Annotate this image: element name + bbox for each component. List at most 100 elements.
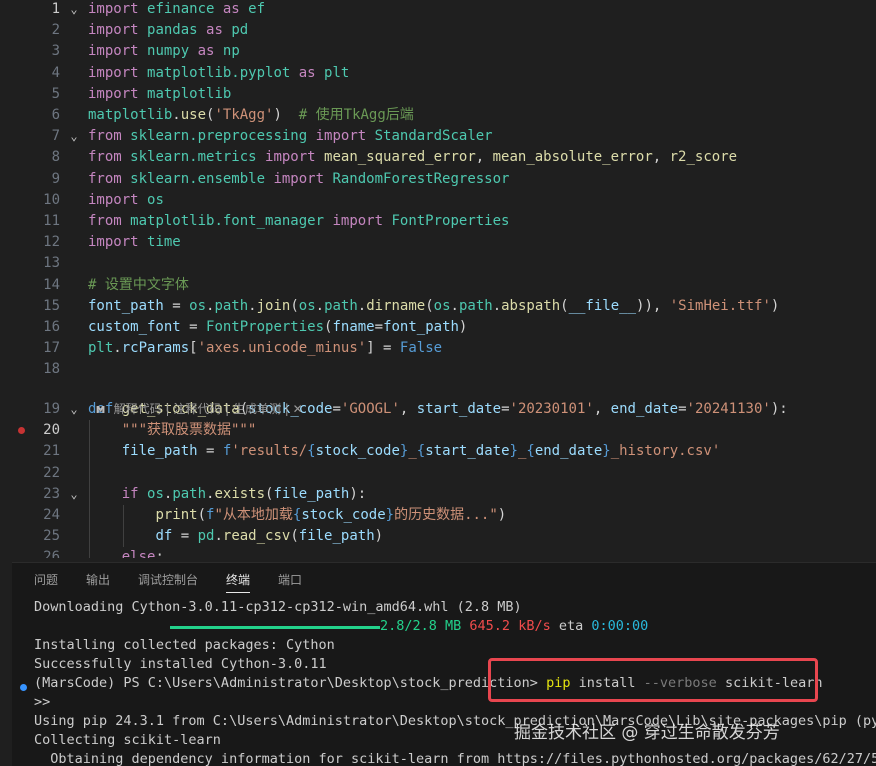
line-number: 18: [43, 361, 60, 378]
code-text: from sklearn.ensemble import RandomFores…: [88, 170, 510, 187]
code-text: import matplotlib: [88, 85, 232, 102]
code-text: """获取股票数据""": [121, 422, 257, 439]
code-text: from matplotlib.font_manager import Font…: [88, 213, 510, 229]
code-line[interactable]: 21 file_path = f'results/{stock_code}_{s…: [0, 441, 876, 462]
tab-problems[interactable]: 问题: [34, 571, 58, 588]
line-number: 7: [51, 128, 60, 145]
code-text: df = pd.read_csv(file_path): [155, 528, 384, 545]
code-text: else:: [121, 549, 164, 558]
code-text: import efinance as ef: [88, 1, 266, 17]
code-line[interactable]: 12 import time: [0, 232, 876, 253]
line-number: 9: [51, 170, 60, 187]
command-highlight-box: [488, 658, 818, 702]
code-text: font_path = os.path.join(os.path.dirname…: [88, 297, 780, 314]
line-number: 14: [43, 276, 60, 293]
code-line[interactable]: 1 ⌄ import efinance as ef: [0, 0, 876, 20]
line-number: 11: [43, 213, 60, 229]
code-text: import pandas as pd: [88, 22, 249, 39]
line-number: 24: [43, 507, 60, 523]
code-line[interactable]: 9 from sklearn.ensemble import RandomFore…: [0, 169, 876, 190]
line-number: 16: [43, 319, 60, 335]
line-number: 6: [51, 107, 60, 123]
terminal-line-obtaining: Obtaining dependency information for sci…: [34, 751, 876, 766]
tab-output[interactable]: 输出: [86, 571, 110, 588]
tab-ports[interactable]: 端口: [278, 571, 302, 588]
code-line[interactable]: 24 print(f"从本地加载{stock_code}的历史数据..."): [0, 505, 876, 526]
indent-guide: [89, 420, 90, 558]
code-line[interactable]: 17 plt.rcParams['axes.unicode_minus'] = F…: [0, 338, 876, 359]
code-text: matplotlib.use('TkAgg') # 使用TkAgg后端: [88, 107, 414, 123]
line-number: 8: [51, 149, 60, 166]
line-number: 22: [43, 464, 60, 481]
code-line[interactable]: 11 from matplotlib.font_manager import Fo…: [0, 211, 876, 232]
line-number: 10: [43, 191, 60, 208]
line-number: 1: [51, 1, 60, 17]
code-text: plt.rcParams['axes.unicode_minus'] = Fal…: [88, 340, 443, 357]
code-text: import numpy as np: [88, 43, 240, 60]
code-line[interactable]: 13: [0, 253, 876, 274]
fold-chevron-icon[interactable]: ⌄: [66, 126, 82, 147]
code-line[interactable]: 6 matplotlib.use('TkAgg') # 使用TkAgg后端: [0, 105, 876, 126]
code-text: import os: [88, 191, 164, 208]
code-text: from sklearn.metrics import mean_squared…: [88, 149, 738, 166]
code-line[interactable]: 22: [0, 463, 876, 484]
progress-eta: 0:00:00: [591, 618, 649, 634]
code-line[interactable]: 23 ⌄ if os.path.exists(file_path):: [0, 484, 876, 505]
breakpoint-dot[interactable]: [18, 427, 25, 434]
code-text: print(f"从本地加载{stock_code}的历史数据..."): [155, 507, 507, 523]
tab-terminal[interactable]: 终端: [226, 571, 251, 593]
download-progress-bar: [170, 626, 380, 629]
code-line[interactable]: 16 custom_font = FontProperties(fname=fon…: [0, 317, 876, 338]
code-line[interactable]: 7 ⌄ from sklearn.preprocessing import Stan…: [0, 126, 876, 147]
terminal-line-downloading: Downloading Cython-3.0.11-cp312-cp312-wi…: [34, 599, 522, 615]
code-line[interactable]: 3 import numpy as np: [0, 41, 876, 62]
tab-debug-console[interactable]: 调试控制台: [138, 571, 198, 588]
code-text: # 设置中文字体: [88, 276, 189, 293]
code-text: custom_font = FontProperties(fname=font_…: [88, 319, 468, 335]
watermark-text: 掘金技术社区 @ 穿过生命散发芬芳: [514, 723, 780, 743]
line-number: 26: [43, 549, 60, 558]
line-number: 4: [51, 64, 60, 81]
progress-speed: 645.2 kB/s: [469, 618, 551, 634]
line-number: 25: [43, 528, 60, 545]
terminal-line-installed: Successfully installed Cython-3.0.11: [34, 656, 327, 672]
code-line[interactable]: 18: [0, 359, 876, 380]
code-line[interactable]: 4 import matplotlib.pyplot as plt: [0, 63, 876, 84]
code-line[interactable]: 8 from sklearn.metrics import mean_square…: [0, 147, 876, 168]
code-line[interactable]: 2 import pandas as pd: [0, 20, 876, 41]
code-line[interactable]: 5 import matplotlib: [0, 84, 876, 105]
line-number: 12: [43, 234, 60, 251]
code-editor[interactable]: 1 ⌄ import efinance as ef 2 import pandas as…: [0, 0, 876, 558]
code-text: file_path = f'results/{stock_code}_{star…: [121, 443, 721, 460]
line-number: 3: [51, 43, 60, 60]
marscode-logo-icon: ᴍ: [95, 402, 106, 416]
line-number: 17: [43, 340, 60, 357]
terminal-continuation: >>: [34, 694, 51, 710]
codelens-actions[interactable]: 解释代码 | 注释代码 | 生成单测 | ✕: [114, 402, 303, 416]
progress-eta-label: eta: [558, 618, 584, 634]
code-text: if os.path.exists(file_path):: [121, 485, 367, 502]
code-line[interactable]: 25 df = pd.read_csv(file_path): [0, 526, 876, 547]
code-text: from sklearn.preprocessing import Standa…: [88, 128, 493, 145]
marscode-codelens[interactable]: ᴍ 解释代码 | 注释代码 | 生成单测 | ✕: [88, 379, 303, 416]
code-line[interactable]: 20 """获取股票数据""": [0, 420, 876, 441]
line-number: 13: [43, 255, 60, 272]
code-line[interactable]: 26 else:: [0, 547, 876, 558]
code-line[interactable]: 14 # 设置中文字体: [0, 275, 876, 296]
panel-tabs: 问题 输出 调试控制台 终端 端口: [12, 563, 876, 593]
line-number: 23: [43, 485, 60, 502]
line-number: 15: [43, 297, 60, 314]
line-number: 20: [43, 422, 60, 439]
terminal-prompt: (MarsCode) PS C:\Users\Administrator\Des…: [34, 675, 538, 691]
fold-chevron-icon[interactable]: ⌄: [66, 484, 82, 505]
fold-chevron-icon[interactable]: ⌄: [66, 399, 82, 420]
line-number: 21: [43, 443, 60, 460]
code-line[interactable]: 10 import os: [0, 190, 876, 211]
fold-chevron-icon[interactable]: ⌄: [66, 0, 82, 20]
code-line[interactable]: 15 font_path = os.path.join(os.path.dirna…: [0, 296, 876, 317]
command-status-dot[interactable]: [20, 684, 27, 691]
line-number: 2: [51, 22, 60, 39]
line-number: 19: [43, 401, 60, 417]
indent-guide: [123, 505, 124, 548]
terminal-line-collecting: Collecting scikit-learn: [34, 732, 221, 748]
